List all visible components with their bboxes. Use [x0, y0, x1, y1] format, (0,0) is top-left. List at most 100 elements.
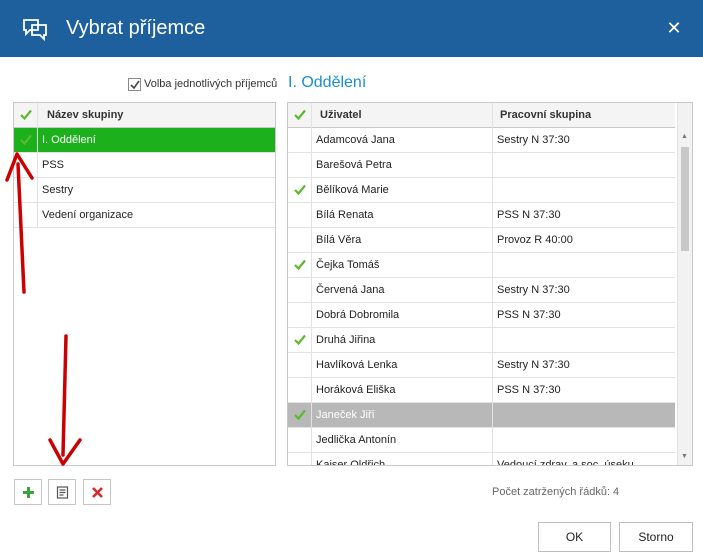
scroll-up-icon[interactable]: ▲ — [681, 133, 688, 140]
user-row[interactable]: Adamcová Jana Sestry N 37:30 — [288, 128, 675, 153]
user-checkbox-cell[interactable] — [288, 453, 312, 465]
close-icon[interactable]: ✕ — [664, 18, 684, 38]
check-icon — [20, 134, 32, 145]
user-work-group: PSS N 37:30 — [497, 384, 561, 396]
users-scrollbar[interactable]: ▲ ▼ — [677, 103, 692, 465]
scroll-down-icon[interactable]: ▼ — [681, 453, 688, 460]
user-checkbox-cell[interactable] — [288, 128, 312, 153]
user-row[interactable]: Kaiser Oldřich Vedoucí zdrav. a soc. úsek… — [288, 453, 675, 466]
user-checkbox-cell[interactable] — [288, 328, 312, 353]
plus-icon — [23, 487, 34, 498]
user-checkbox-cell[interactable] — [288, 153, 312, 178]
user-name: Adamcová Jana — [312, 128, 493, 153]
user-work-group: Vedoucí zdrav. a soc. úseku — [497, 459, 634, 466]
user-row[interactable]: Barešová Petra — [288, 153, 675, 178]
chat-bubbles-icon — [23, 19, 47, 41]
user-row[interactable]: Havlíková Lenka Sestry N 37:30 — [288, 353, 675, 378]
user-checkbox-cell[interactable] — [288, 203, 312, 228]
user-name: Bílá Věra — [312, 228, 493, 253]
edit-group-button[interactable] — [48, 479, 76, 505]
user-checkbox-cell[interactable] — [288, 303, 312, 328]
group-name-header[interactable]: Název skupiny — [38, 103, 275, 128]
individual-recipients-checkbox[interactable] — [128, 77, 141, 91]
select-all-groups[interactable] — [14, 103, 38, 128]
user-work-group: PSS N 37:30 — [497, 209, 561, 221]
user-checkbox-cell[interactable] — [288, 428, 312, 453]
user-row[interactable]: Dobrá Dobromila PSS N 37:30 — [288, 303, 675, 328]
title-bar: Vybrat příjemce ✕ — [0, 0, 703, 57]
user-name: Havlíková Lenka — [312, 353, 493, 378]
cancel-button[interactable]: Storno — [619, 522, 693, 552]
user-work-group: Sestry N 37:30 — [497, 284, 570, 296]
delete-group-button[interactable] — [83, 479, 111, 505]
user-work-group — [493, 403, 675, 428]
ok-button[interactable]: OK — [538, 522, 611, 552]
check-icon — [294, 409, 306, 420]
group-row[interactable]: Sestry — [14, 178, 275, 203]
work-group-header[interactable]: Pracovní skupina — [493, 103, 675, 128]
group-name: Sestry — [42, 184, 74, 196]
user-row[interactable]: Čejka Tomáš — [288, 253, 675, 278]
user-checkbox-cell[interactable] — [288, 253, 312, 278]
user-work-group: PSS N 37:30 — [497, 309, 561, 321]
user-row[interactable]: Bílá Věra Provoz R 40:00 — [288, 228, 675, 253]
edit-list-icon — [56, 486, 69, 499]
scroll-thumb[interactable] — [681, 147, 689, 251]
group-row[interactable]: I. Oddělení — [14, 128, 275, 153]
user-row[interactable]: Bílá Renata PSS N 37:30 — [288, 203, 675, 228]
group-checkbox-cell[interactable] — [14, 153, 38, 178]
group-name: Vedení organizace — [42, 209, 134, 221]
select-all-users[interactable] — [288, 103, 312, 128]
user-name: Bílá Renata — [312, 203, 493, 228]
user-work-group — [493, 328, 675, 353]
group-checkbox-cell[interactable] — [14, 128, 38, 153]
checkmark-icon — [130, 80, 140, 89]
user-checkbox-cell[interactable] — [288, 278, 312, 303]
user-name: Jedlička Antonín — [312, 428, 493, 453]
user-header[interactable]: Uživatel — [312, 103, 493, 128]
user-row[interactable]: Druhá Jiřina — [288, 328, 675, 353]
delete-x-icon — [92, 487, 103, 498]
check-icon — [294, 184, 306, 195]
user-name: Barešová Petra — [312, 153, 493, 178]
user-work-group: Provoz R 40:00 — [497, 234, 573, 246]
checked-rows-label: Počet zatržených řádků: — [492, 486, 611, 498]
user-checkbox-cell[interactable] — [288, 353, 312, 378]
user-name: Červená Jana — [312, 278, 493, 303]
add-group-button[interactable] — [14, 479, 42, 505]
groups-grid: Název skupiny I. Oddělení PSS Sestry Vedení… — [13, 102, 276, 466]
window-title: Vybrat příjemce — [66, 17, 206, 39]
user-name: Janeček Jiří — [312, 403, 493, 428]
checked-rows-count: Počet zatržených řádků: 4 — [492, 486, 619, 498]
group-checkbox-cell[interactable] — [14, 178, 38, 203]
user-checkbox-cell[interactable] — [288, 403, 312, 428]
check-icon — [294, 109, 306, 120]
individual-recipients-label: Volba jednotlivých příjemců — [144, 78, 278, 90]
user-name: Čejka Tomáš — [312, 253, 493, 278]
user-checkbox-cell[interactable] — [288, 378, 312, 403]
user-row[interactable]: Horáková Eliška PSS N 37:30 — [288, 378, 675, 403]
user-work-group — [493, 178, 675, 203]
individual-recipients-option[interactable]: Volba jednotlivých příjemců — [128, 77, 277, 91]
user-row[interactable]: Bělíková Marie — [288, 178, 675, 203]
users-header-row: Uživatel Pracovní skupina — [288, 103, 675, 128]
group-row[interactable]: PSS — [14, 153, 275, 178]
user-name: Bělíková Marie — [312, 178, 493, 203]
user-work-group: Sestry N 37:30 — [497, 134, 570, 146]
user-checkbox-cell[interactable] — [288, 178, 312, 203]
user-row[interactable]: Jedlička Antonín — [288, 428, 675, 453]
check-icon — [294, 334, 306, 345]
user-checkbox-cell[interactable] — [288, 228, 312, 253]
group-name: PSS — [42, 159, 65, 171]
users-grid: Uživatel Pracovní skupina Adamcová Jana S… — [287, 102, 693, 466]
groups-header-row: Název skupiny — [14, 103, 275, 128]
user-name: Dobrá Dobromila — [312, 303, 493, 328]
user-work-group — [493, 428, 675, 453]
user-name: Kaiser Oldřich — [312, 453, 493, 465]
group-row[interactable]: Vedení organizace — [14, 203, 275, 228]
check-icon — [294, 259, 306, 270]
user-work-group — [493, 253, 675, 278]
group-checkbox-cell[interactable] — [14, 203, 38, 228]
user-row[interactable]: Janeček Jiří — [288, 403, 675, 428]
user-row[interactable]: Červená Jana Sestry N 37:30 — [288, 278, 675, 303]
